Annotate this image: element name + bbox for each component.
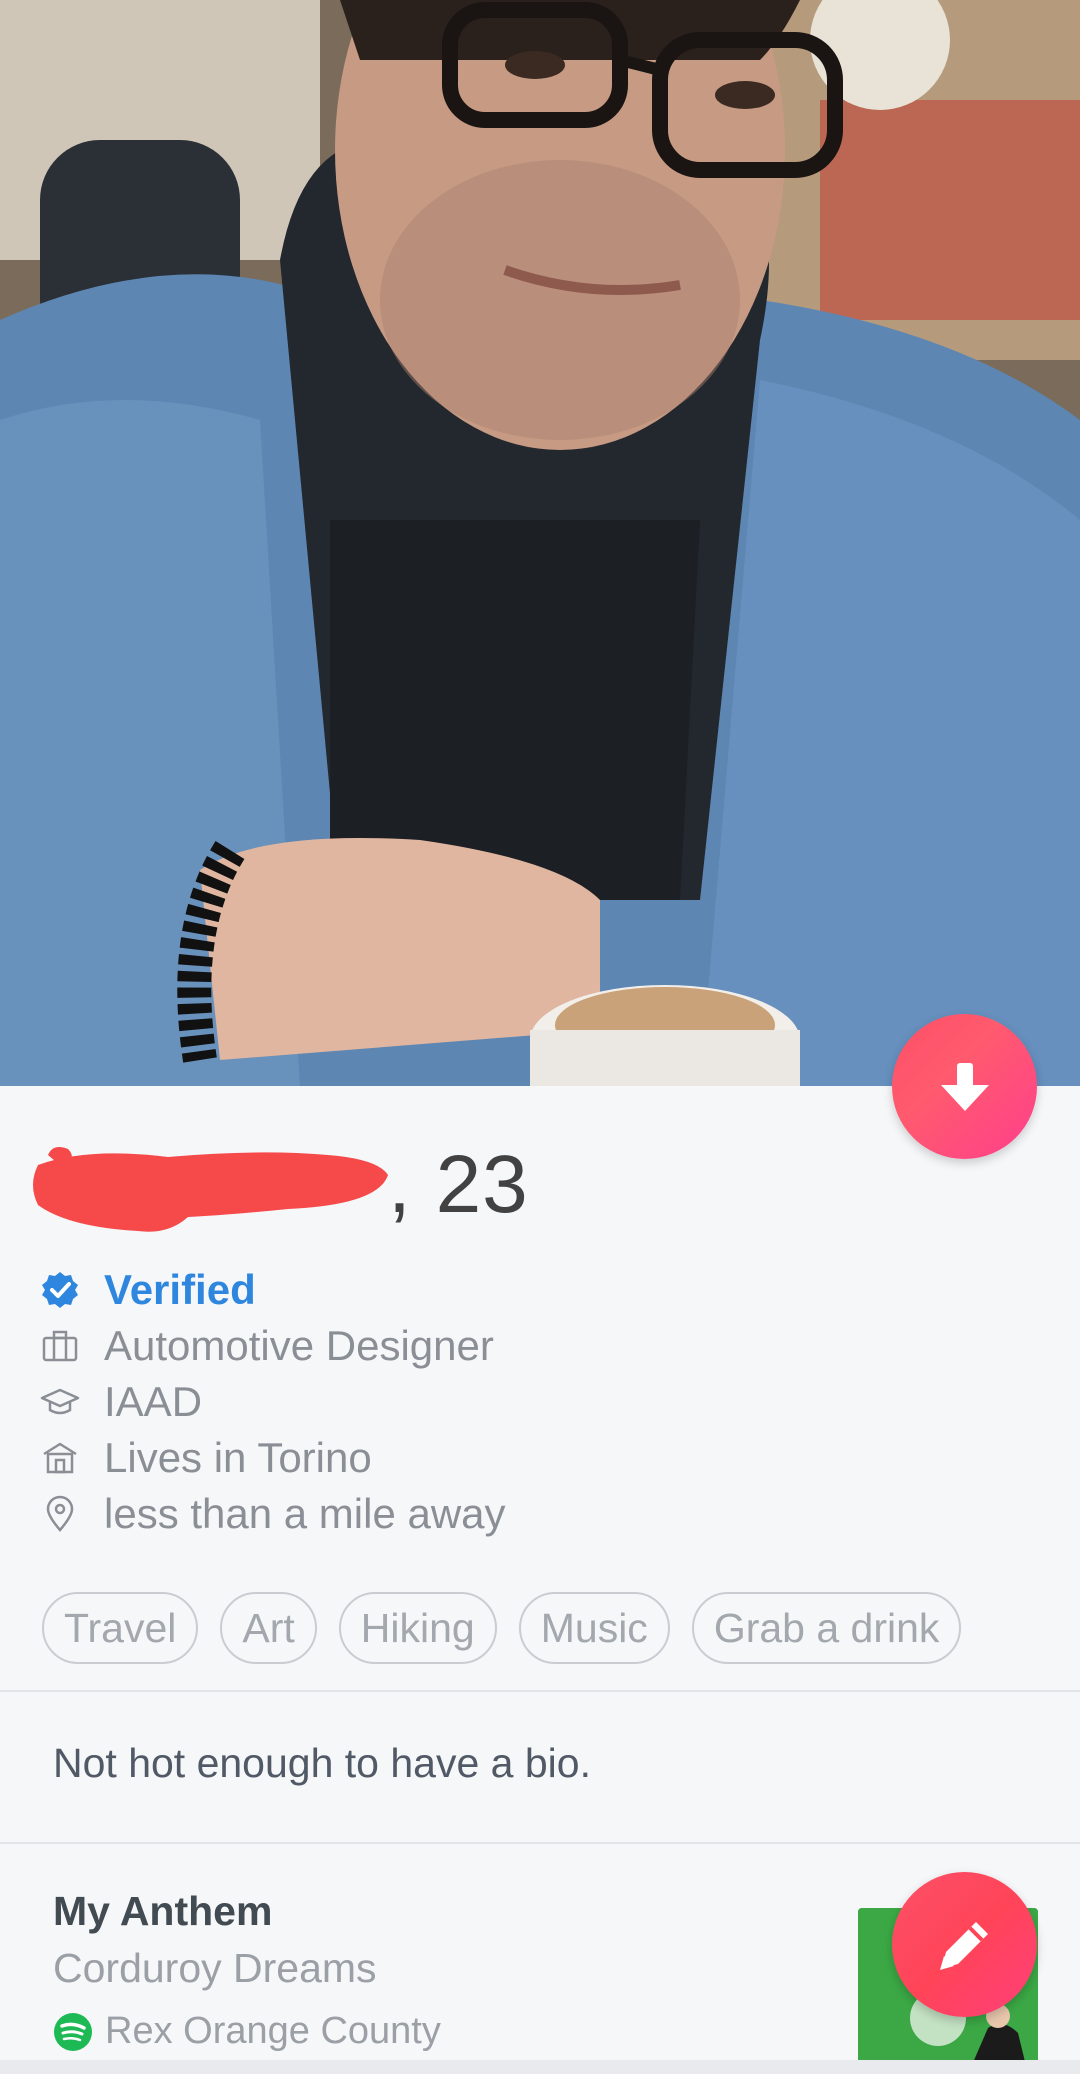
verified-label: Verified bbox=[104, 1266, 256, 1313]
interest-chip[interactable]: Travel bbox=[42, 1592, 199, 1664]
graduation-cap-icon bbox=[38, 1380, 82, 1424]
job-text: Automotive Designer bbox=[104, 1322, 494, 1369]
name-age-row: , 23 bbox=[28, 1130, 529, 1240]
pencil-icon bbox=[939, 1921, 988, 1970]
collapse-profile-button[interactable] bbox=[892, 1014, 1037, 1159]
briefcase-icon bbox=[38, 1324, 82, 1368]
anthem-artist: Rex Orange County bbox=[105, 2010, 441, 2052]
distance-row: less than a mile away bbox=[38, 1486, 506, 1542]
interest-chip[interactable]: Hiking bbox=[338, 1592, 497, 1664]
anthem-artist-row: Rex Orange County bbox=[53, 2010, 441, 2053]
redacted-name bbox=[28, 1135, 388, 1235]
profile-photo[interactable] bbox=[0, 0, 1080, 1086]
verified-row[interactable]: Verified bbox=[38, 1262, 506, 1318]
bottom-edge bbox=[0, 2060, 1080, 2074]
profile-info-list: Verified Automotive Designer IAAD Lives … bbox=[38, 1262, 506, 1542]
job-row: Automotive Designer bbox=[38, 1318, 506, 1374]
divider bbox=[0, 1842, 1080, 1844]
spotify-icon bbox=[54, 2012, 92, 2051]
anthem-song: Corduroy Dreams bbox=[53, 1945, 377, 1991]
profile-age: , 23 bbox=[388, 1139, 529, 1230]
lives-in-row: Lives in Torino bbox=[38, 1430, 506, 1486]
interest-chip[interactable]: Art bbox=[220, 1592, 317, 1664]
verified-badge-icon bbox=[38, 1268, 82, 1312]
interest-chip[interactable]: Music bbox=[518, 1592, 670, 1664]
location-pin-icon bbox=[38, 1492, 82, 1536]
interest-chips: Travel Art Hiking Music Grab a drink bbox=[42, 1592, 962, 1664]
arrow-down-icon bbox=[940, 1062, 989, 1111]
school-row: IAAD bbox=[38, 1374, 506, 1430]
interest-chip[interactable]: Grab a drink bbox=[691, 1592, 962, 1664]
school-text: IAAD bbox=[104, 1378, 203, 1425]
lives-in-text: Lives in Torino bbox=[104, 1434, 372, 1481]
distance-text: less than a mile away bbox=[104, 1490, 506, 1537]
divider bbox=[0, 1690, 1080, 1692]
anthem-heading: My Anthem bbox=[53, 1888, 273, 1934]
home-icon bbox=[38, 1436, 82, 1480]
bio-text: Not hot enough to have a bio. bbox=[53, 1740, 591, 1786]
edit-profile-button[interactable] bbox=[892, 1872, 1037, 2017]
